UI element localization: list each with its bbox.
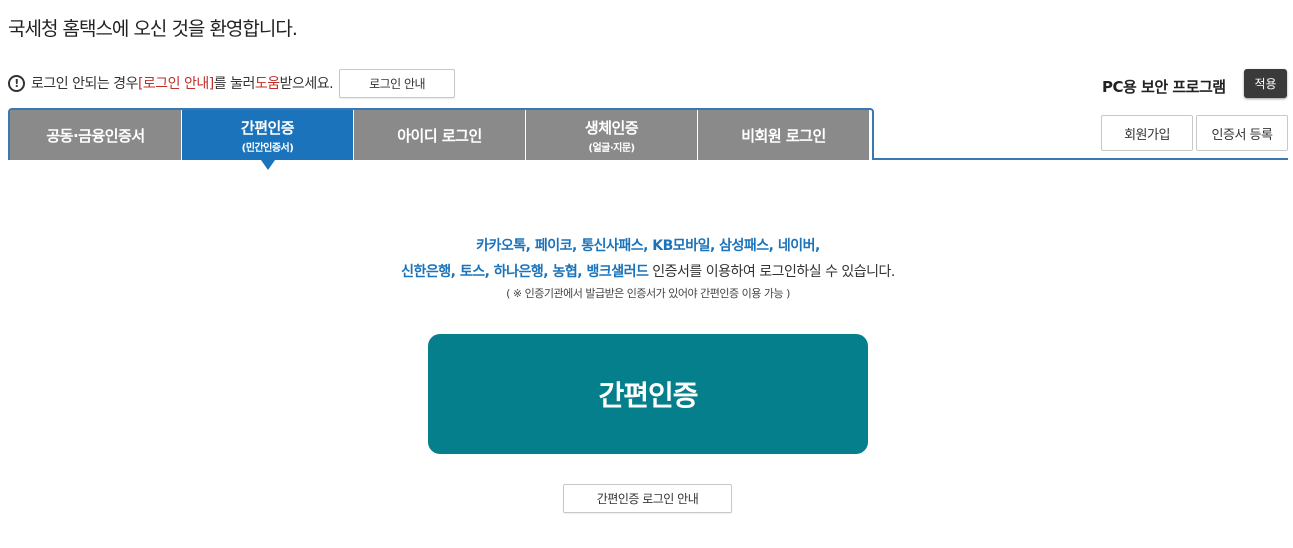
tab-simple-auth[interactable]: 간편인증 (민간인증서) bbox=[182, 110, 353, 170]
tab-id-login[interactable]: 아이디 로그인 bbox=[354, 110, 525, 160]
page-title: 국세청 홈택스에 오신 것을 환영합니다. bbox=[8, 18, 298, 40]
tab-biometric-auth[interactable]: 생체인증 (얼굴·지문) bbox=[526, 110, 697, 160]
tab-label: 아이디 로그인 bbox=[397, 126, 482, 145]
login-guide-link[interactable]: [로그인 안내] bbox=[138, 73, 214, 93]
notice-suffix: 받으세요. bbox=[279, 76, 334, 92]
login-guide-button[interactable]: 로그인 안내 bbox=[339, 68, 456, 98]
tab-divider-line bbox=[872, 158, 1288, 160]
simple-auth-button[interactable]: 간편인증 bbox=[428, 334, 868, 454]
provider-list-line2: 신한은행, 토스, 하나은행, 농협, 뱅크샐러드 인증서를 이용하여 로그인하… bbox=[401, 264, 895, 280]
login-help-notice: ! 로그인 안되는 경우 [로그인 안내] 를 눌러 도움 받으세요. 로그인 안내 bbox=[8, 68, 456, 98]
tab-label: 생체인증 bbox=[584, 118, 639, 137]
cert-register-button[interactable]: 인증서 등록 bbox=[1196, 115, 1288, 151]
cert-requirement-note: ( ※ 인증기관에서 발급받은 인증서가 있어야 간편인증 이용 가능 ) bbox=[506, 287, 790, 300]
pc-security-label: PC용 보안 프로그램 bbox=[1102, 78, 1226, 96]
tab-label: 비회원 로그인 bbox=[741, 126, 826, 145]
provider-list-line1: 카카오톡, 페이코, 통신사패스, KB모바일, 삼성패스, 네이버, bbox=[476, 238, 820, 254]
login-tabs: 공동·금융인증서 간편인증 (민간인증서) 아이디 로그인 생체인증 (얼굴·지… bbox=[10, 110, 870, 170]
help-link[interactable]: 도움 bbox=[255, 73, 280, 93]
simple-auth-guide-button[interactable]: 간편인증 로그인 안내 bbox=[563, 484, 732, 513]
tab-label: 공동·금융인증서 bbox=[46, 126, 145, 145]
notice-prefix: 로그인 안되는 경우 bbox=[31, 76, 138, 92]
tab-guest-login[interactable]: 비회원 로그인 bbox=[698, 110, 869, 160]
tab-label: 간편인증 bbox=[240, 118, 295, 137]
security-apply-button[interactable]: 적용 bbox=[1244, 69, 1287, 98]
simple-auth-description: 카카오톡, 페이코, 통신사패스, KB모바일, 삼성패스, 네이버, 신한은행… bbox=[0, 233, 1293, 302]
tab-sublabel: (민간인증서) bbox=[241, 142, 294, 154]
tab-joint-financial-cert[interactable]: 공동·금융인증서 bbox=[10, 110, 181, 160]
exclamation-circle-icon: ! bbox=[8, 74, 25, 92]
join-button[interactable]: 회원가입 bbox=[1101, 115, 1193, 151]
tab-sublabel: (얼굴·지문) bbox=[588, 142, 635, 154]
notice-middle: 를 눌러 bbox=[213, 76, 256, 92]
